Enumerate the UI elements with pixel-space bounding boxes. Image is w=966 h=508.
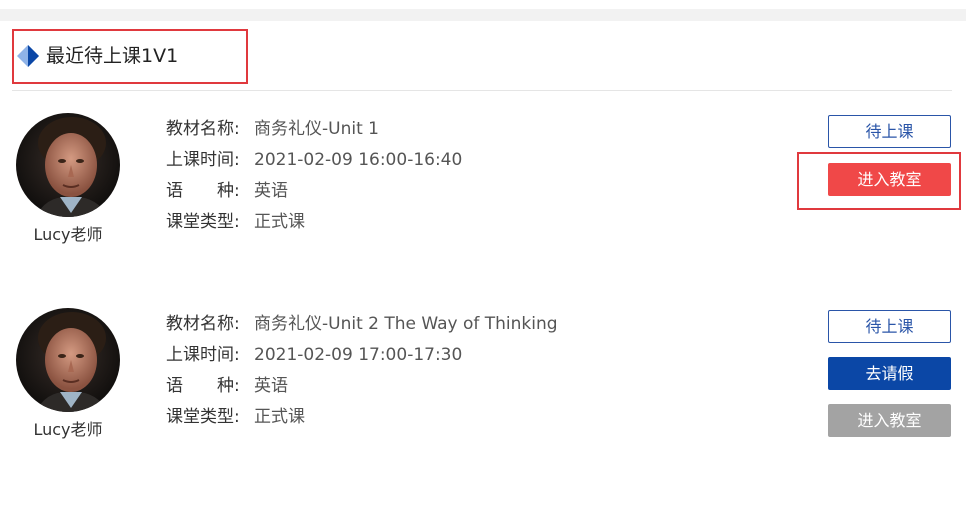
avatar: [16, 113, 120, 217]
status-button[interactable]: 待上课: [828, 115, 951, 148]
lesson-info: 教材名称: 商务礼仪-Unit 1 上课时间: 2021-02-09 16:00-1…: [166, 117, 462, 241]
teacher-name: Lucy老师: [33, 225, 103, 244]
time-value: 2021-02-09 16:00-16:40: [254, 150, 463, 170]
info-row-language: 语 种: 英语: [166, 374, 558, 405]
textbook-label: 教材名称:: [166, 314, 240, 334]
avatar: [16, 308, 120, 412]
time-label: 上课时间:: [166, 150, 240, 170]
class-type-label: 课堂类型:: [166, 212, 240, 232]
diamond-icon: [17, 45, 39, 67]
class-type-value: 正式课: [254, 407, 305, 427]
info-row-class-type: 课堂类型: 正式课: [166, 405, 558, 436]
status-button[interactable]: 待上课: [828, 310, 951, 343]
language-value: 英语: [254, 181, 288, 201]
time-value: 2021-02-09 17:00-17:30: [254, 345, 463, 365]
class-type-label: 课堂类型:: [166, 407, 240, 427]
textbook-label: 教材名称:: [166, 119, 240, 139]
info-row-class-type: 课堂类型: 正式课: [166, 210, 462, 241]
textbook-value: 商务礼仪-Unit 1: [254, 119, 379, 139]
top-strip: [0, 9, 966, 21]
enter-button-highlight: [797, 152, 961, 210]
section-title: 最近待上课1V1: [46, 45, 179, 67]
time-label: 上课时间:: [166, 345, 240, 365]
info-row-time: 上课时间: 2021-02-09 16:00-16:40: [166, 148, 462, 179]
language-value: 英语: [254, 376, 288, 396]
teacher-name: Lucy老师: [33, 420, 103, 439]
info-row-language: 语 种: 英语: [166, 179, 462, 210]
request-leave-button[interactable]: 去请假: [828, 357, 951, 390]
info-row-textbook: 教材名称: 商务礼仪-Unit 1: [166, 117, 462, 148]
class-type-value: 正式课: [254, 212, 305, 232]
textbook-value: 商务礼仪-Unit 2 The Way of Thinking: [254, 314, 558, 334]
language-label: 语 种:: [166, 376, 240, 396]
lesson-card: Lucy老师 教材名称: 商务礼仪-Unit 2 The Way of Think…: [0, 308, 966, 468]
language-label: 语 种:: [166, 181, 240, 201]
info-row-textbook: 教材名称: 商务礼仪-Unit 2 The Way of Thinking: [166, 312, 558, 343]
enter-classroom-button[interactable]: 进入教室: [828, 404, 951, 437]
lesson-info: 教材名称: 商务礼仪-Unit 2 The Way of Thinking 上课时…: [166, 312, 558, 436]
divider: [12, 90, 952, 91]
info-row-time: 上课时间: 2021-02-09 17:00-17:30: [166, 343, 558, 374]
